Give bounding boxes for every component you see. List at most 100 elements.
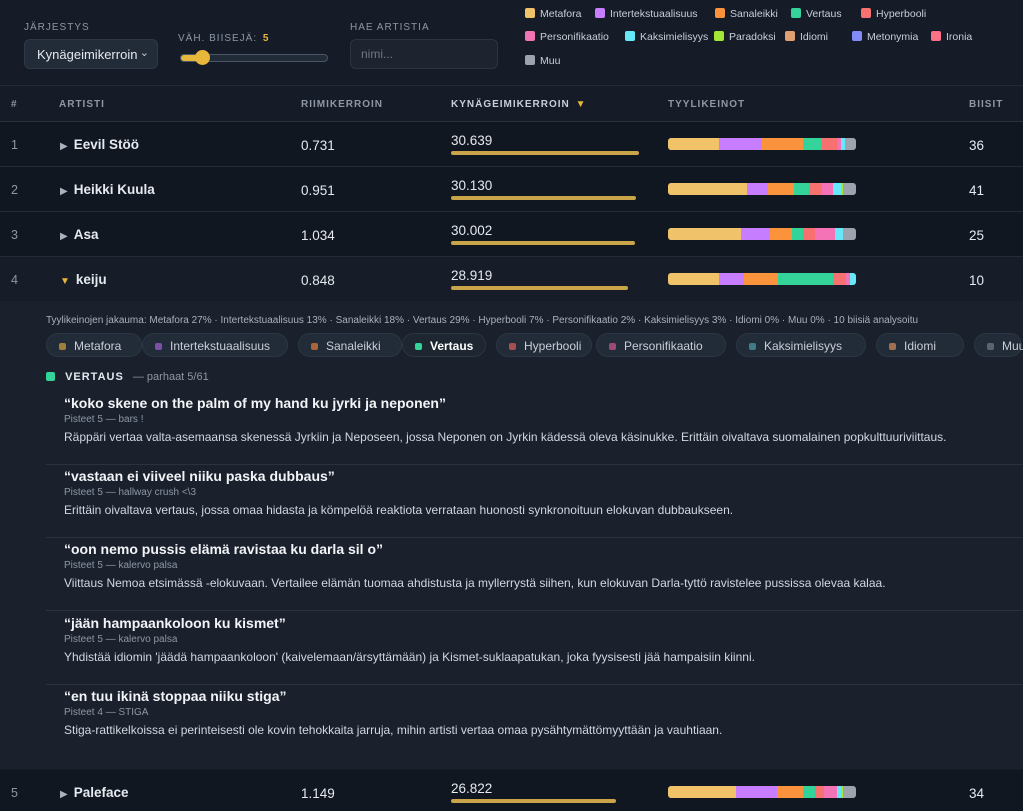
song-count: 36 [969, 138, 985, 153]
chip-label: Muu [1002, 339, 1023, 353]
table-row[interactable]: 4 ▼ keiju 0.848 28.919 10 [0, 257, 1023, 302]
song-count: 10 [969, 273, 985, 288]
artist-name[interactable]: ▶ Asa [60, 227, 98, 242]
chip-intertekstuaalisuus[interactable]: Intertekstuaalisuus [142, 333, 288, 357]
chip-color-icon [311, 343, 318, 350]
style-segment-sanaleikki [761, 138, 804, 150]
legend-item-metonymia: Metonymia [852, 31, 918, 43]
legend-swatch [785, 31, 795, 41]
collapsed-caret-icon[interactable]: ▶ [60, 231, 68, 242]
collapsed-caret-icon[interactable]: ▶ [60, 186, 68, 197]
style-segment-intertekstuaalisuus [718, 138, 762, 150]
style-segment-kaksimielisyys [850, 273, 856, 285]
style-segment-sanaleikki [769, 228, 793, 240]
col-rank: # [11, 99, 18, 110]
min-songs-slider[interactable] [180, 50, 328, 65]
section-title: VERTAUS [65, 371, 124, 383]
song-count: 41 [969, 183, 985, 198]
collapsed-caret-icon[interactable]: ▶ [60, 141, 68, 152]
expanded-caret-icon[interactable]: ▼ [60, 276, 70, 287]
pen-score: 30.130 [451, 178, 493, 193]
legend-swatch [852, 31, 862, 41]
legend-swatch [525, 31, 535, 41]
quote-item: “en tuu ikinä stoppaa niiku stiga” Pistee… [46, 688, 1023, 748]
legend-item-intertekstuaalisuus: Intertekstuaalisuus [595, 8, 698, 20]
artist-name[interactable]: ▶ Paleface [60, 785, 129, 800]
style-segment-hyperbooli [814, 786, 824, 798]
legend-label: Personifikaatio [540, 31, 609, 43]
style-segment-kaksimielisyys [833, 183, 841, 195]
style-segment-sanaleikki [767, 183, 794, 195]
rhyme-score: 1.034 [301, 228, 335, 243]
chip-label: Hyperbooli [524, 339, 582, 353]
col-styles: TYYLIKEINOT [668, 99, 746, 110]
artist-name[interactable]: ▶ Heikki Kuula [60, 182, 155, 197]
chip-label: Personifikaatio [624, 339, 703, 353]
artist-detail-panel: Tyylikeinojen jakauma: Metafora 27% · In… [0, 301, 1023, 769]
controls-bar: JÄRJESTYS Kynägeimikerroin ⌄ VÄH. BIISEJ… [0, 0, 1023, 86]
legend-swatch [714, 31, 724, 41]
col-rhyme[interactable]: RIIMIKERROIN [301, 99, 383, 110]
row-rank: 3 [11, 228, 18, 242]
col-artist[interactable]: ARTISTI [59, 99, 105, 110]
quote-text: “koko skene on the palm of my hand ku jy… [64, 395, 446, 411]
chip-sanaleikki[interactable]: Sanaleikki [298, 333, 402, 357]
pen-score: 26.822 [451, 781, 493, 796]
collapsed-caret-icon[interactable]: ▶ [60, 789, 68, 800]
pen-score-bar [451, 241, 635, 245]
style-segment-intertekstuaalisuus [719, 273, 744, 285]
table-row[interactable]: 5 ▶ Paleface 1.149 26.822 34 [0, 770, 1023, 811]
style-segment-metafora [668, 273, 720, 285]
style-segment-muu [842, 183, 856, 195]
chip-color-icon [59, 343, 66, 350]
artist-name[interactable]: ▼ keiju [60, 272, 107, 287]
chip-color-icon [415, 343, 422, 350]
legend-label: Metafora [540, 8, 582, 20]
table-row[interactable]: 1 ▶ Eevil Stöö 0.731 30.639 36 [0, 122, 1023, 167]
quote-explanation: Erittäin oivaltava vertaus, jossa omaa h… [64, 503, 734, 517]
legend-item-kaksimielisyys: Kaksimielisyys [625, 31, 708, 43]
table-row[interactable]: 3 ▶ Asa 1.034 30.002 25 [0, 212, 1023, 257]
artist-name-text: Heikki Kuula [73, 182, 155, 197]
rhyme-score: 0.848 [301, 273, 335, 288]
legend-item-vertaus: Vertaus [791, 8, 842, 20]
slider-thumb[interactable] [194, 50, 210, 65]
section-subtitle: — parhaat 5/61 [132, 371, 209, 383]
legend-label: Vertaus [806, 8, 842, 20]
col-pen[interactable]: KYNÄGEIMIKERROIN ▼ [451, 99, 586, 110]
chip-personifikaatio[interactable]: Personifikaatio [596, 333, 726, 357]
chip-hyperbooli[interactable]: Hyperbooli [496, 333, 592, 357]
legend-label: Paradoksi [729, 31, 776, 43]
chip-idiomi[interactable]: Idiomi [876, 333, 964, 357]
chip-label: Idiomi [904, 339, 937, 353]
search-input[interactable] [350, 39, 498, 69]
artist-name[interactable]: ▶ Eevil Stöö [60, 137, 139, 152]
legend-swatch [791, 8, 801, 18]
quote-item: “oon nemo pussis elämä ravistaa ku darla… [46, 541, 1023, 611]
style-segment-hyperbooli [808, 183, 823, 195]
chip-label: Vertaus [430, 339, 474, 353]
chip-metafora[interactable]: Metafora [46, 333, 142, 357]
pen-score: 28.919 [451, 268, 493, 283]
style-segment-vertaus [803, 138, 823, 150]
artist-name-text: Paleface [73, 785, 129, 800]
style-segment-vertaus [778, 273, 834, 285]
pen-score: 30.002 [451, 223, 493, 238]
chip-muu[interactable]: Muu [974, 333, 1023, 357]
artist-name-text: Asa [73, 227, 99, 242]
quote-text: “vastaan ei viiveel niiku paska dubbaus” [64, 468, 335, 484]
col-songs[interactable]: BIISIT [969, 99, 1003, 110]
chip-label: Intertekstuaalisuus [170, 339, 271, 353]
chip-color-icon [155, 343, 162, 350]
style-segment-intertekstuaalisuus [741, 228, 770, 240]
legend-swatch [931, 31, 941, 41]
style-segment-vertaus [792, 228, 804, 240]
chip-vertaus[interactable]: Vertaus [402, 333, 486, 357]
legend-label: Idiomi [800, 31, 829, 43]
table-row[interactable]: 2 ▶ Heikki Kuula 0.951 30.130 41 [0, 167, 1023, 212]
chip-label: Kaksimielisyys [764, 339, 843, 353]
sort-select-value: Kynägeimikerroin [37, 47, 138, 62]
artist-name-text: Eevil Stöö [73, 137, 139, 152]
chip-kaksimielisyys[interactable]: Kaksimielisyys [736, 333, 866, 357]
sort-select[interactable]: Kynägeimikerroin ⌄ [24, 39, 158, 69]
